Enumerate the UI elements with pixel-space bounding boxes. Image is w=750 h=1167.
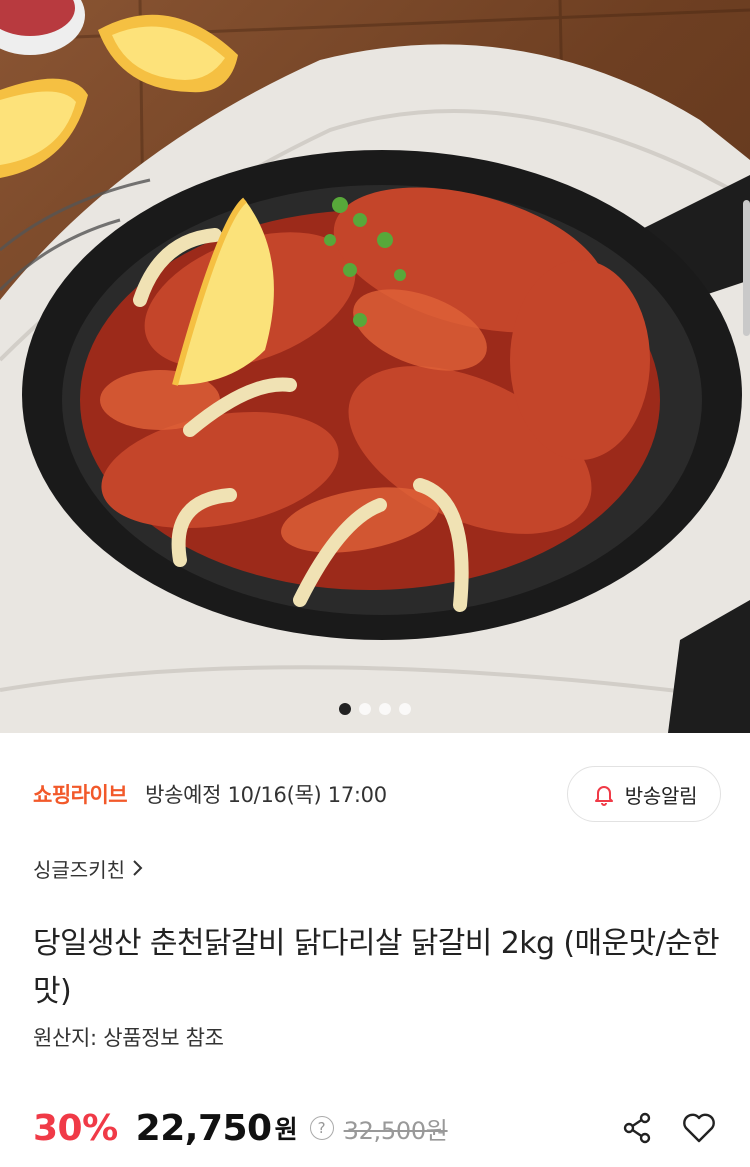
- price-info-icon[interactable]: ?: [309, 1116, 334, 1140]
- share-icon[interactable]: [617, 1108, 657, 1148]
- original-price: 32,500원: [343, 1116, 448, 1145]
- shopping-live-label[interactable]: 쇼핑라이브: [33, 779, 128, 809]
- pager-dot[interactable]: [339, 703, 351, 715]
- bell-icon: [591, 781, 617, 807]
- store-name: 싱글즈키친: [33, 857, 125, 882]
- price-row: 30% 22,750 원 ? 32,500원: [33, 1100, 723, 1156]
- store-link[interactable]: 싱글즈키친: [33, 853, 143, 883]
- pager-dot[interactable]: [359, 703, 371, 715]
- sale-price: 22,750: [135, 1107, 272, 1149]
- scrollbar-thumb[interactable]: [743, 200, 750, 336]
- food-photo: [0, 0, 750, 733]
- carousel-pager: [0, 703, 750, 715]
- broadcast-alarm-button[interactable]: 방송알림: [567, 766, 721, 822]
- broadcast-schedule: 방송예정 10/16(목) 17:00: [145, 783, 387, 807]
- shopping-live-row: 쇼핑라이브 방송예정 10/16(목) 17:00 방송알림: [33, 766, 723, 822]
- product-image-carousel[interactable]: [0, 0, 750, 733]
- heart-icon[interactable]: [679, 1108, 719, 1148]
- pager-dot[interactable]: [379, 703, 391, 715]
- currency-unit: 원: [274, 1115, 298, 1144]
- product-origin: 원산지: 상품정보 참조: [33, 1026, 224, 1050]
- alarm-button-label: 방송알림: [624, 783, 698, 808]
- chevron-right-icon: [131, 859, 143, 877]
- product-title: 당일생산 춘천닭갈비 닭다리살 닭갈비 2kg (매운맛/순한맛): [33, 926, 720, 1009]
- pager-dot[interactable]: [399, 703, 411, 715]
- discount-rate: 30%: [33, 1107, 118, 1149]
